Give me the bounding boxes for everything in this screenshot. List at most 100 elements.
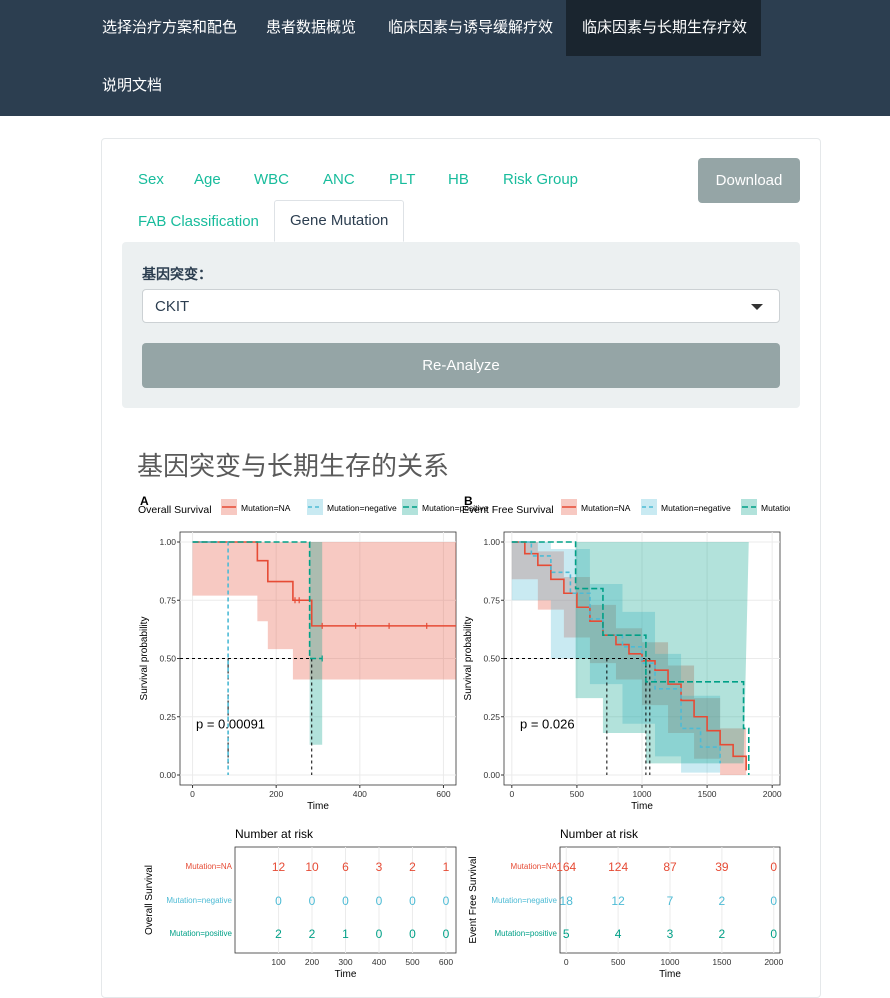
section-title: 基因突变与长期生存的关系: [137, 452, 450, 482]
legend-item: Mutation=positive: [741, 499, 790, 515]
y-tick-label: 0.25: [483, 712, 500, 722]
x-tick-label: 600: [436, 789, 450, 799]
nav-item-documentation[interactable]: 说明文档: [86, 58, 178, 114]
nav-item-treatment-color[interactable]: 选择治疗方案和配色: [86, 0, 253, 56]
risk-y-axis-label: Event Free Survival: [468, 856, 479, 943]
y-tick-label: 0.50: [159, 654, 176, 664]
risk-count: 2: [309, 927, 316, 941]
risk-count: 124: [608, 860, 628, 874]
risk-x-tick-label: 0: [564, 957, 569, 967]
risk-x-tick-label: 1000: [661, 957, 680, 967]
risk-count: 4: [615, 927, 622, 941]
y-tick-label: 1.00: [483, 537, 500, 547]
risk-x-tick-label: 500: [405, 957, 419, 967]
gene-mutation-label: 基因突变：: [142, 267, 212, 283]
p-value: p = 0.00091: [196, 716, 265, 731]
risk-x-tick-label: 600: [439, 957, 453, 967]
x-tick-label: 200: [269, 789, 283, 799]
risk-count: 1: [342, 927, 349, 941]
risk-count: 5: [563, 927, 570, 941]
risk-x-axis-label: Time: [659, 969, 681, 980]
nav-item-induction-remission[interactable]: 临床因素与诱导缓解疗效: [372, 0, 569, 56]
tab-wbc[interactable]: WBC: [254, 170, 289, 190]
legend-label: Mutation=negative: [661, 503, 731, 513]
legend-label: Mutation=negative: [327, 503, 397, 513]
legend-label: Mutation=NA: [581, 503, 631, 513]
x-tick-label: 400: [353, 789, 367, 799]
tab-fab-classification[interactable]: FAB Classification: [138, 212, 259, 232]
risk-row-label: Mutation=NA: [186, 862, 233, 871]
chart-title: Event Free Survival: [462, 504, 554, 516]
x-tick-label: 1500: [698, 789, 717, 799]
risk-count: 10: [305, 860, 319, 874]
risk-count: 7: [667, 894, 674, 908]
km-panel-B: BEvent Free Survival Mutation=NA Mutation=…: [462, 494, 790, 980]
x-tick-label: 0: [190, 789, 195, 799]
risk-table-title: Number at risk: [560, 827, 639, 841]
gene-mutation-select[interactable]: CKIT: [142, 289, 780, 323]
km-panel-A: AOverall Survival Mutation=NA Mutation=neg…: [138, 494, 489, 980]
navbar: 选择治疗方案和配色 患者数据概览 临床因素与诱导缓解疗效 临床因素与长期生存疗效…: [0, 0, 890, 116]
download-button[interactable]: Download: [698, 158, 800, 203]
y-tick-label: 0.00: [483, 770, 500, 780]
risk-count: 0: [309, 894, 316, 908]
y-tick-label: 0.25: [159, 712, 176, 722]
x-tick-label: 2000: [763, 789, 782, 799]
risk-table-title: Number at risk: [235, 827, 314, 841]
survival-plots: AOverall Survival Mutation=NA Mutation=neg…: [138, 494, 790, 980]
risk-x-tick-label: 1500: [712, 957, 731, 967]
risk-row-label: Mutation=positive: [170, 929, 233, 938]
tab-gene-mutation[interactable]: Gene Mutation: [274, 200, 405, 242]
tab-age[interactable]: Age: [194, 170, 221, 190]
chart-title: Overall Survival: [138, 504, 212, 516]
chevron-down-icon: [751, 304, 763, 310]
risk-x-tick-label: 400: [372, 957, 386, 967]
risk-count: 0: [409, 894, 416, 908]
y-tick-label: 0.75: [483, 595, 500, 605]
legend-item: Mutation=NA: [221, 499, 291, 515]
risk-x-tick-label: 300: [338, 957, 352, 967]
risk-count: 2: [719, 927, 726, 941]
risk-y-axis-label: Overall Survival: [144, 865, 155, 935]
risk-count: 2: [275, 927, 282, 941]
risk-x-tick-label: 500: [611, 957, 625, 967]
risk-count: 0: [443, 927, 450, 941]
risk-row-label: Mutation=positive: [495, 929, 558, 938]
risk-count: 0: [409, 927, 416, 941]
risk-x-tick-label: 200: [305, 957, 319, 967]
risk-count: 87: [663, 860, 677, 874]
tab-hb[interactable]: HB: [448, 170, 469, 190]
risk-count: 12: [611, 894, 625, 908]
tab-sex[interactable]: Sex: [138, 170, 164, 190]
tab-risk-group[interactable]: Risk Group: [503, 170, 578, 190]
gene-select-value: CKIT: [155, 298, 190, 315]
risk-count: 39: [715, 860, 729, 874]
x-axis-label: Time: [631, 801, 653, 812]
y-axis-label: Survival probability: [139, 617, 150, 701]
risk-count: 0: [770, 894, 777, 908]
y-tick-label: 0.75: [159, 595, 176, 605]
risk-row-label: Mutation=NA: [511, 862, 558, 871]
risk-count: 2: [719, 894, 726, 908]
risk-count: 164: [556, 860, 576, 874]
risk-count: 0: [770, 860, 777, 874]
risk-x-axis-label: Time: [335, 969, 357, 980]
risk-count: 0: [376, 894, 383, 908]
y-tick-label: 1.00: [159, 537, 176, 547]
nav-item-long-term-survival[interactable]: 临床因素与长期生存疗效: [566, 0, 761, 56]
risk-count: 3: [667, 927, 674, 941]
nav-item-patient-overview[interactable]: 患者数据概览: [250, 0, 372, 56]
risk-count: 0: [275, 894, 282, 908]
legend-item: Mutation=negative: [641, 499, 731, 515]
p-value: p = 0.026: [520, 716, 575, 731]
legend-item: Mutation=negative: [307, 499, 397, 515]
tab-plt[interactable]: PLT: [389, 170, 415, 190]
risk-count: 6: [342, 860, 349, 874]
reanalyze-button[interactable]: Re-Analyze: [142, 343, 780, 388]
risk-x-tick-label: 2000: [764, 957, 783, 967]
risk-row-label: Mutation=negative: [166, 896, 232, 905]
tab-anc[interactable]: ANC: [323, 170, 355, 190]
risk-count: 0: [376, 927, 383, 941]
risk-count: 3: [376, 860, 383, 874]
risk-count: 12: [272, 860, 286, 874]
